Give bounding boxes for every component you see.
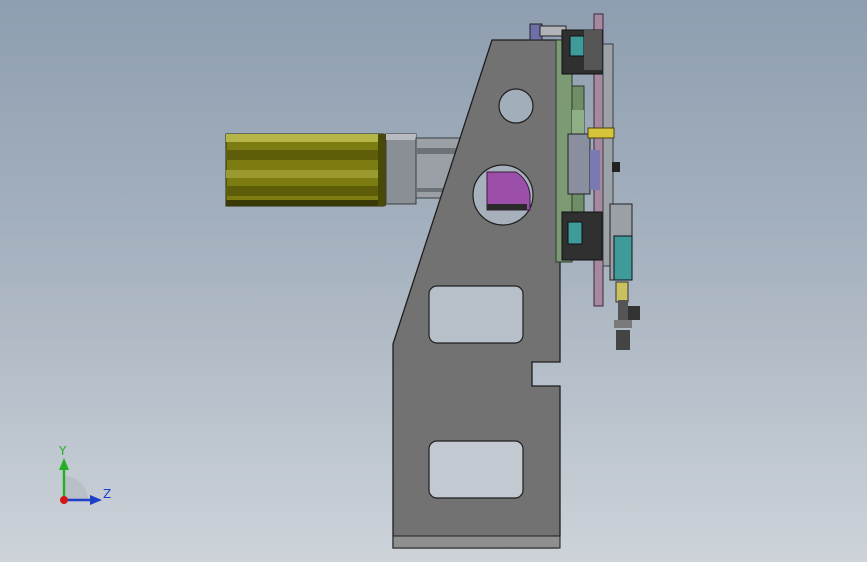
y-axis-label: Y bbox=[58, 444, 67, 458]
x-axis-dot bbox=[60, 496, 68, 504]
servo-motor[interactable] bbox=[225, 133, 463, 207]
support-bracket[interactable] bbox=[392, 39, 561, 549]
view-triad: Y Z bbox=[58, 444, 111, 505]
z-axis-label: Z bbox=[103, 487, 111, 501]
cad-viewport[interactable]: Y Z bbox=[0, 0, 867, 562]
cad-model[interactable]: Y Z bbox=[0, 0, 867, 562]
